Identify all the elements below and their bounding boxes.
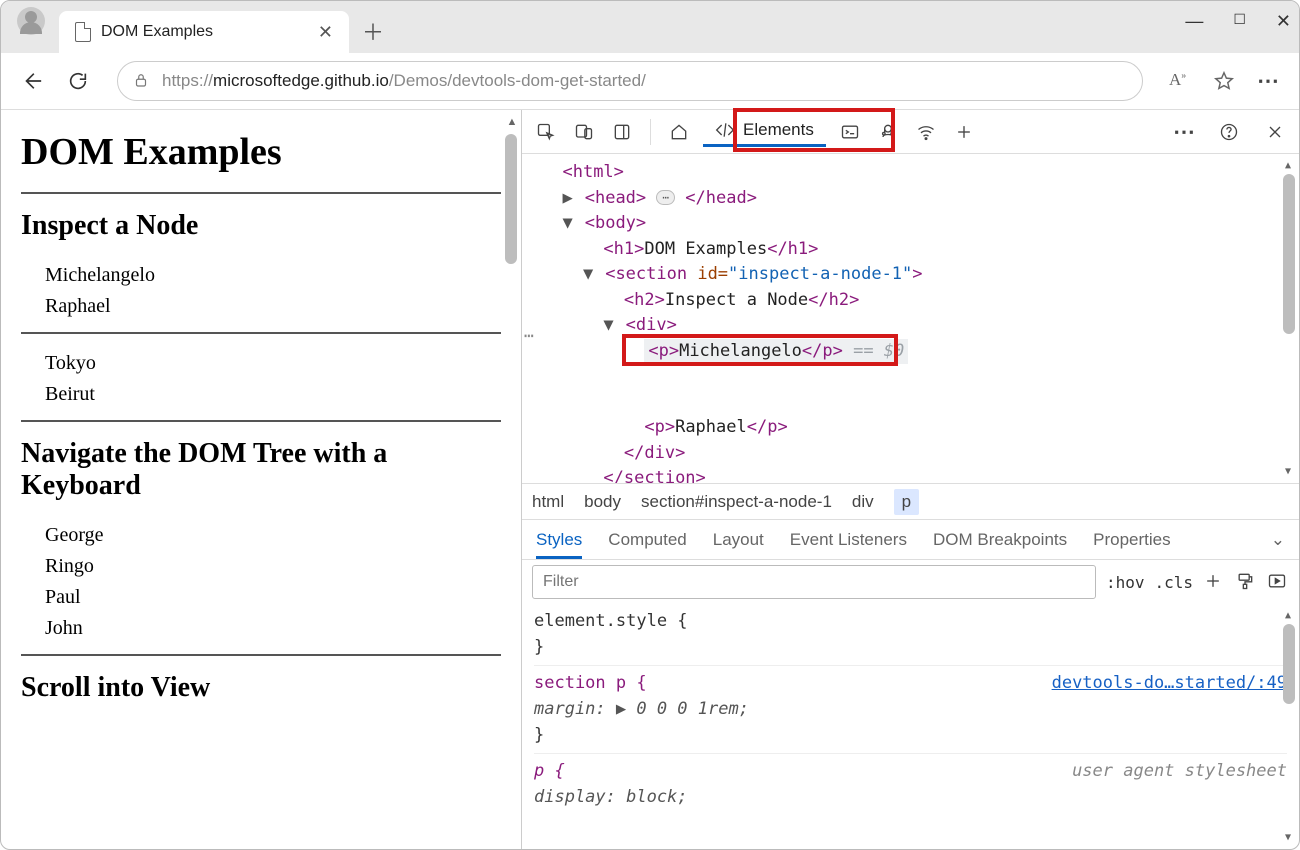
dom-scrollbar[interactable]: ▲▼: [1283, 158, 1297, 479]
crumb-section[interactable]: section#inspect-a-node-1: [641, 492, 832, 512]
crumb-div[interactable]: div: [852, 492, 874, 512]
devtools-panel: Elements ⋯ ⋯ <html> ▶ <head> ⋯ </head> ▼…: [521, 110, 1299, 849]
page-h1: DOM Examples: [21, 130, 501, 174]
styles-tabs: Styles Computed Layout Event Listeners D…: [522, 520, 1299, 560]
hov-toggle[interactable]: :hov: [1106, 573, 1145, 592]
tab-title: DOM Examples: [101, 23, 302, 41]
network-icon[interactable]: [912, 118, 940, 146]
console-icon[interactable]: [836, 118, 864, 146]
reload-button[interactable]: [65, 68, 91, 94]
close-window-button[interactable]: ✕: [1276, 11, 1291, 32]
chevron-down-icon[interactable]: ⌄: [1271, 530, 1285, 550]
back-button[interactable]: [19, 68, 45, 94]
tab-event-listeners[interactable]: Event Listeners: [790, 530, 907, 550]
devtools-toolbar: Elements ⋯: [522, 110, 1299, 154]
page-h2-scroll: Scroll into View: [21, 672, 501, 704]
stylesheet-link[interactable]: devtools-do…started/:49: [1052, 670, 1287, 696]
tab-properties[interactable]: Properties: [1093, 530, 1170, 550]
more-tools-icon[interactable]: [950, 118, 978, 146]
list-item[interactable]: Ringo: [45, 551, 501, 582]
tab-layout[interactable]: Layout: [713, 530, 764, 550]
dom-tree[interactable]: ⋯ <html> ▶ <head> ⋯ </head> ▼ <body> <h1…: [522, 154, 1299, 484]
profile-avatar[interactable]: [17, 7, 45, 35]
maximize-button[interactable]: ☐: [1233, 11, 1246, 32]
styles-toolbar: :hov .cls: [522, 560, 1299, 604]
devtools-menu-button[interactable]: ⋯: [1173, 119, 1197, 145]
divider: [21, 420, 501, 422]
page-viewport: DOM Examples Inspect a Node Michelangelo…: [1, 110, 521, 849]
dock-icon[interactable]: [608, 118, 636, 146]
list-item[interactable]: Paul: [45, 582, 501, 613]
breadcrumb: html body section#inspect-a-node-1 div p: [522, 484, 1299, 520]
tab-elements[interactable]: Elements: [703, 116, 826, 147]
new-tab-button[interactable]: ＋: [353, 11, 393, 51]
code-icon: [715, 120, 735, 140]
page-h2-inspect: Inspect a Node: [21, 210, 501, 242]
devtools-close-button[interactable]: [1261, 118, 1289, 146]
list-item[interactable]: Michelangelo: [45, 260, 501, 291]
tab-close-button[interactable]: ✕: [312, 20, 339, 45]
welcome-icon[interactable]: [665, 118, 693, 146]
list-item[interactable]: Raphael: [45, 291, 501, 322]
styles-pane[interactable]: element.style { } devtools-do…started/:4…: [522, 604, 1299, 849]
favorite-icon[interactable]: [1213, 70, 1235, 92]
divider: [21, 192, 501, 194]
browser-menu-button[interactable]: ⋯: [1257, 68, 1281, 94]
drag-handle-icon[interactable]: ⋯: [524, 324, 535, 348]
user-agent-label: user agent stylesheet: [1072, 758, 1287, 784]
styles-filter-input[interactable]: [532, 565, 1096, 599]
inspect-element-icon[interactable]: [532, 118, 560, 146]
titlebar: DOM Examples ✕ ＋ — ☐ ✕: [1, 1, 1299, 53]
help-icon[interactable]: [1215, 118, 1243, 146]
new-style-rule-icon[interactable]: [1203, 571, 1225, 593]
browser-tab[interactable]: DOM Examples ✕: [59, 11, 349, 53]
crumb-html[interactable]: html: [532, 492, 564, 512]
file-icon: [75, 22, 91, 42]
tab-computed[interactable]: Computed: [608, 530, 686, 550]
url-text: https://microsoftedge.github.io/Demos/de…: [162, 71, 646, 91]
computed-toggle-icon[interactable]: [1267, 571, 1289, 593]
divider: [21, 332, 501, 334]
window-controls: — ☐ ✕: [1185, 11, 1291, 32]
styles-scrollbar[interactable]: ▲▼: [1283, 608, 1297, 845]
list-item[interactable]: George: [45, 520, 501, 551]
crumb-p[interactable]: p: [894, 489, 919, 515]
selected-dom-node[interactable]: <p>Michelangelo</p> == $0: [644, 339, 908, 365]
cls-toggle[interactable]: .cls: [1154, 573, 1193, 592]
list-item[interactable]: Beirut: [45, 379, 501, 410]
tab-dom-breakpoints[interactable]: DOM Breakpoints: [933, 530, 1067, 550]
minimize-button[interactable]: —: [1185, 11, 1203, 32]
page-h2-navigate: Navigate the DOM Tree with a Keyboard: [21, 438, 501, 502]
list-item: Michelangelo Raphael: [21, 260, 501, 322]
list-item[interactable]: John: [45, 613, 501, 644]
sources-icon[interactable]: [874, 118, 902, 146]
tab-styles[interactable]: Styles: [536, 530, 582, 559]
device-toggle-icon[interactable]: [570, 118, 598, 146]
list-item[interactable]: Tokyo: [45, 348, 501, 379]
paint-icon[interactable]: [1235, 571, 1257, 593]
read-aloud-icon[interactable]: A»: [1169, 70, 1191, 92]
url-box[interactable]: https://microsoftedge.github.io/Demos/de…: [117, 61, 1143, 101]
address-bar: https://microsoftedge.github.io/Demos/de…: [1, 53, 1299, 109]
divider: [21, 654, 501, 656]
lock-icon: [132, 71, 150, 92]
tab-elements-label: Elements: [743, 120, 814, 140]
page-scrollbar[interactable]: ▲ ▼: [505, 114, 519, 849]
crumb-body[interactable]: body: [584, 492, 621, 512]
